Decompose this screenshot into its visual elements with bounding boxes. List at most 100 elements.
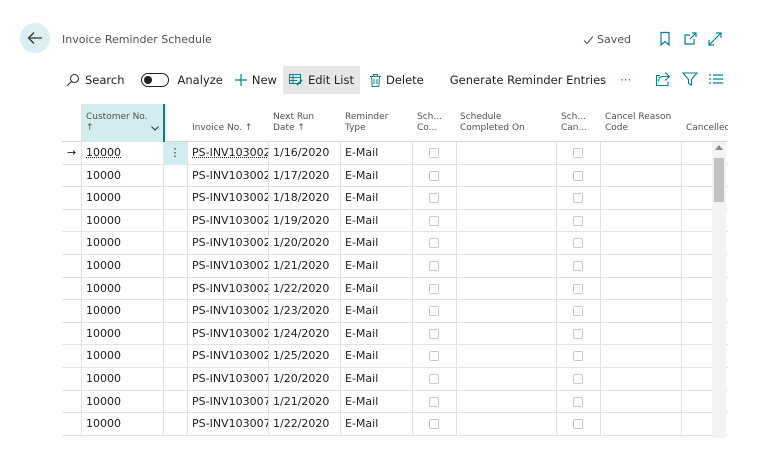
cell-reminder-type[interactable]: E-Mail bbox=[340, 165, 412, 188]
back-button[interactable] bbox=[20, 23, 50, 53]
search-button[interactable]: Search bbox=[62, 66, 131, 94]
cell-customer-no[interactable]: 10000 bbox=[81, 368, 163, 391]
cell-next-run-date[interactable]: 1/20/2020 bbox=[268, 368, 340, 391]
cell-invoice-no[interactable]: PS-INV103002 bbox=[187, 165, 268, 188]
analyze-toggle[interactable]: Analyze bbox=[131, 66, 229, 94]
cell-invoice-no[interactable]: PS-INV103002 bbox=[187, 142, 268, 165]
cell-customer-no[interactable]: 10000 bbox=[81, 323, 163, 346]
table-row[interactable]: 10000 PS-INV103002 1/19/2020 E-Mail bbox=[62, 209, 728, 233]
cell-reminder-type[interactable]: E-Mail bbox=[340, 187, 412, 210]
table-row[interactable]: 10000 PS-INV103002 1/24/2020 E-Mail bbox=[62, 322, 728, 346]
table-row[interactable]: 10000 PS-INV103007 1/20/2020 E-Mail bbox=[62, 368, 728, 391]
cell-next-run-date[interactable]: 1/23/2020 bbox=[268, 300, 340, 323]
cell-invoice-no[interactable]: PS-INV103002 bbox=[187, 323, 268, 346]
table-row[interactable]: 10000 PS-INV103002 1/25/2020 E-Mail bbox=[62, 345, 728, 368]
table-row[interactable]: 10000 PS-INV103002 1/18/2020 E-Mail bbox=[62, 187, 728, 210]
column-header-reminder-type[interactable]: Reminder Type bbox=[340, 104, 412, 142]
cell-invoice-no[interactable]: PS-INV103002 bbox=[187, 300, 268, 323]
table-row[interactable]: 10000 PS-INV103002 1/21/2020 E-Mail bbox=[62, 255, 728, 278]
schedule-cancelled-checkbox[interactable] bbox=[573, 306, 583, 317]
cell-next-run-date[interactable]: 1/21/2020 bbox=[268, 255, 340, 278]
column-header-schedule-completed[interactable]: Sch... Co... bbox=[412, 104, 456, 142]
column-header-cancelled[interactable]: Cancelled bbox=[681, 104, 728, 142]
schedule-completed-checkbox[interactable] bbox=[429, 351, 439, 362]
list-view-icon[interactable] bbox=[708, 71, 724, 87]
schedule-completed-checkbox[interactable] bbox=[429, 283, 439, 294]
cell-reminder-type[interactable]: E-Mail bbox=[340, 413, 412, 436]
cell-next-run-date[interactable]: 1/25/2020 bbox=[268, 345, 340, 368]
schedule-completed-checkbox[interactable] bbox=[429, 193, 439, 204]
schedule-cancelled-checkbox[interactable] bbox=[573, 170, 583, 181]
schedule-cancelled-checkbox[interactable] bbox=[573, 215, 583, 226]
cell-reminder-type[interactable]: E-Mail bbox=[340, 232, 412, 255]
cell-customer-no[interactable]: 10000 bbox=[81, 345, 163, 368]
schedule-cancelled-checkbox[interactable] bbox=[573, 238, 583, 249]
schedule-completed-checkbox[interactable] bbox=[429, 261, 439, 271]
cell-invoice-no[interactable]: PS-INV103002 bbox=[187, 187, 268, 210]
column-header-cancel-reason-code[interactable]: Cancel Reason Code bbox=[600, 104, 682, 142]
cell-next-run-date[interactable]: 1/17/2020 bbox=[268, 165, 340, 188]
cell-invoice-no[interactable]: PS-INV103002 bbox=[187, 210, 268, 233]
schedule-cancelled-checkbox[interactable] bbox=[573, 261, 583, 271]
cell-customer-no[interactable]: 10000 bbox=[81, 255, 163, 278]
cell-customer-no[interactable]: 10000 bbox=[81, 300, 163, 323]
table-row[interactable]: 10000 PS-INV103002 1/22/2020 E-Mail bbox=[62, 277, 728, 301]
schedule-completed-checkbox[interactable] bbox=[429, 396, 439, 407]
vertical-scrollbar[interactable] bbox=[712, 142, 726, 438]
table-row[interactable]: 10000 PS-INV103002 1/17/2020 E-Mail bbox=[62, 164, 728, 188]
table-row[interactable]: → ⋮ 10000 PS-INV103002 1/16/2020 E-Mail bbox=[62, 142, 728, 165]
toggle-switch[interactable] bbox=[140, 73, 169, 87]
column-header-invoice-no[interactable]: Invoice No. ↑ bbox=[187, 104, 267, 142]
cell-reminder-type[interactable]: E-Mail bbox=[340, 300, 412, 323]
schedule-cancelled-checkbox[interactable] bbox=[573, 374, 583, 384]
schedule-completed-checkbox[interactable] bbox=[429, 148, 439, 158]
filter-icon[interactable] bbox=[682, 71, 698, 87]
schedule-completed-checkbox[interactable] bbox=[429, 170, 439, 181]
cell-next-run-date[interactable]: 1/22/2020 bbox=[268, 278, 340, 301]
row-actions-icon[interactable]: ⋮ bbox=[163, 142, 187, 165]
schedule-cancelled-checkbox[interactable] bbox=[573, 419, 583, 430]
cell-invoice-no[interactable]: PS-INV103002 bbox=[187, 255, 268, 278]
new-button[interactable]: New bbox=[229, 66, 283, 94]
cell-reminder-type[interactable]: E-Mail bbox=[340, 142, 412, 165]
cell-customer-no[interactable]: 10000 bbox=[81, 165, 163, 188]
schedule-cancelled-checkbox[interactable] bbox=[573, 396, 583, 407]
cell-invoice-no[interactable]: PS-INV103007 bbox=[187, 413, 268, 436]
schedule-cancelled-checkbox[interactable] bbox=[573, 328, 583, 339]
schedule-completed-checkbox[interactable] bbox=[429, 419, 439, 430]
cell-invoice-no[interactable]: PS-INV103002 bbox=[187, 232, 268, 255]
more-options-button[interactable]: ··· bbox=[614, 66, 637, 94]
cell-reminder-type[interactable]: E-Mail bbox=[340, 210, 412, 233]
cell-customer-no[interactable]: 10000 bbox=[81, 232, 163, 255]
column-header-next-run-date[interactable]: Next Run Date ↑ bbox=[268, 104, 340, 142]
cell-reminder-type[interactable]: E-Mail bbox=[340, 255, 412, 278]
cell-customer-no[interactable]: 10000 bbox=[81, 278, 163, 301]
cell-reminder-type[interactable]: E-Mail bbox=[340, 368, 412, 391]
cell-invoice-no[interactable]: PS-INV103002 bbox=[187, 278, 268, 301]
table-row[interactable]: 10000 PS-INV103002 1/23/2020 E-Mail bbox=[62, 300, 728, 323]
scroll-up-icon[interactable] bbox=[715, 145, 723, 150]
share-icon[interactable] bbox=[655, 71, 671, 87]
cell-invoice-no[interactable]: PS-INV103007 bbox=[187, 368, 268, 391]
generate-reminder-entries-button[interactable]: Generate Reminder Entries bbox=[444, 66, 612, 94]
column-header-customer-no[interactable]: Customer No. ↑ bbox=[81, 104, 165, 142]
cell-invoice-no[interactable]: PS-INV103007 bbox=[187, 391, 268, 414]
table-row[interactable]: 10000 PS-INV103007 1/22/2020 E-Mail bbox=[62, 413, 728, 436]
column-header-schedule-cancelled[interactable]: Sch... Can... bbox=[556, 104, 600, 142]
cell-next-run-date[interactable]: 1/18/2020 bbox=[268, 187, 340, 210]
column-header-schedule-completed-on[interactable]: Schedule Completed On bbox=[455, 104, 555, 142]
schedule-completed-checkbox[interactable] bbox=[429, 374, 439, 384]
cell-reminder-type[interactable]: E-Mail bbox=[340, 323, 412, 346]
delete-button[interactable]: Delete bbox=[364, 66, 430, 94]
expand-icon[interactable] bbox=[708, 31, 722, 47]
schedule-completed-checkbox[interactable] bbox=[429, 306, 439, 317]
schedule-cancelled-checkbox[interactable] bbox=[573, 193, 583, 204]
schedule-completed-checkbox[interactable] bbox=[429, 238, 439, 249]
cell-next-run-date[interactable]: 1/22/2020 bbox=[268, 413, 340, 436]
bookmark-icon[interactable] bbox=[658, 31, 672, 47]
cell-customer-no[interactable]: 10000 bbox=[81, 142, 163, 165]
edit-list-button[interactable]: Edit List bbox=[282, 66, 360, 94]
cell-next-run-date[interactable]: 1/24/2020 bbox=[268, 323, 340, 346]
cell-customer-no[interactable]: 10000 bbox=[81, 210, 163, 233]
cell-next-run-date[interactable]: 1/19/2020 bbox=[268, 210, 340, 233]
